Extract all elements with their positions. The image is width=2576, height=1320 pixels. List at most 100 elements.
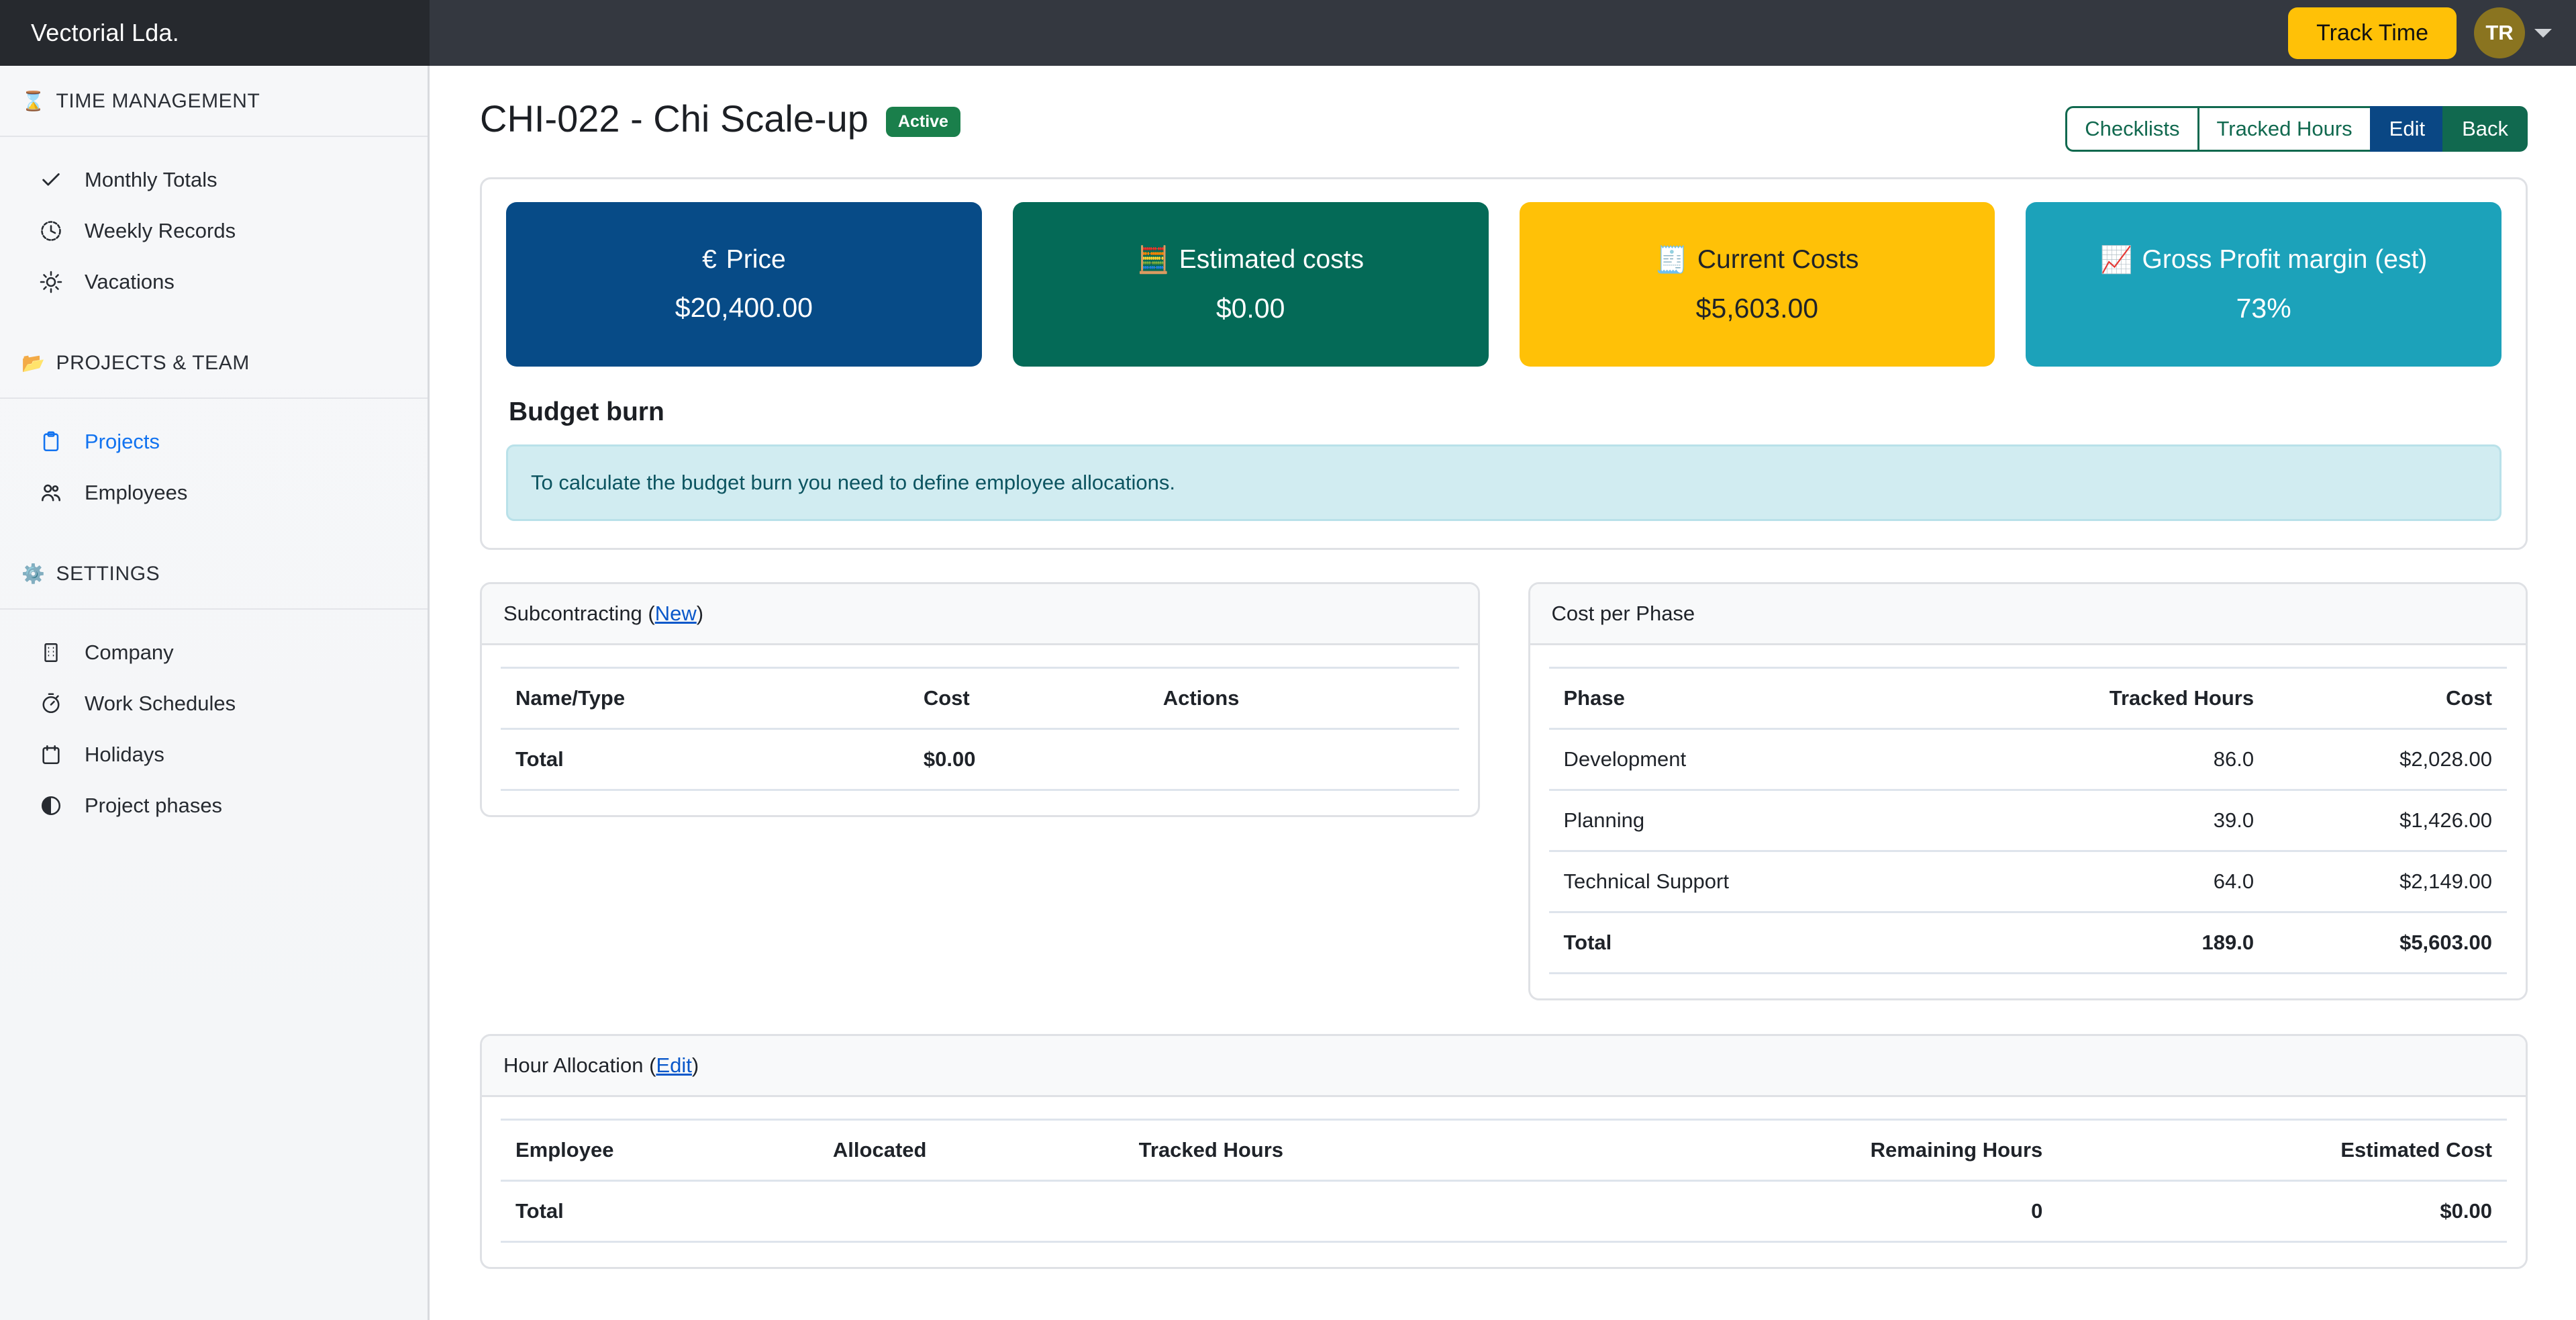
sidebar-item-employees[interactable]: Employees — [0, 467, 428, 518]
track-time-button[interactable]: Track Time — [2288, 7, 2457, 59]
kpi-title: € Price — [702, 245, 786, 275]
page-actions: Checklists Tracked Hours Edit Back — [2065, 106, 2528, 152]
table-header-row: Phase Tracked Hours Cost — [1548, 667, 2507, 730]
cost-per-phase-card-header: Cost per Phase — [1530, 584, 2526, 645]
table-header-row: Name/Type Cost Actions — [501, 667, 1459, 730]
sidebar-section-label: SETTINGS — [56, 563, 160, 585]
brand[interactable]: Vectorial Lda. — [0, 0, 430, 66]
kpi-value: $0.00 — [1216, 293, 1285, 324]
cell-total-allocated — [818, 1180, 1124, 1243]
kpi-title-text: Gross Profit margin (est) — [2142, 245, 2428, 274]
table-row-total: Total 0 $0.00 — [501, 1180, 2507, 1243]
sidebar-group-time-management: Monthly Totals Weekly Records Vacations — [0, 137, 428, 328]
kpi-title-text: Price — [726, 245, 786, 274]
table-body: Development 86.0 $2,028.00 Planning 39.0… — [1548, 728, 2507, 974]
sidebar: ⌛ TIME MANAGEMENT Monthly Totals Weekly … — [0, 66, 430, 1320]
subcontracting-card: Subcontracting (New) Name/Type Cost Acti… — [480, 582, 1480, 817]
sidebar-item-projects[interactable]: Projects — [0, 416, 428, 467]
sidebar-group-projects-team: Projects Employees — [0, 399, 428, 538]
column-header-name-type: Name/Type — [501, 667, 909, 730]
user-menu[interactable]: TR — [2474, 7, 2552, 58]
hour-allocation-card-body: Employee Allocated Tracked Hours Remaini… — [482, 1097, 2526, 1267]
cell-total-tracked-hours — [1124, 1180, 1556, 1243]
subcontracting-title-close: ) — [696, 602, 704, 625]
sidebar-item-label: Weekly Records — [85, 219, 236, 242]
cell-total-cost: $5,603.00 — [2269, 912, 2507, 974]
sidebar-item-label: Company — [85, 641, 174, 664]
cell-total-label: Total — [501, 728, 909, 791]
clipboard-icon — [38, 428, 64, 455]
cell-phase: Development — [1548, 728, 1930, 791]
subcontracting-title: Subcontracting ( — [503, 602, 655, 625]
cost-per-phase-card-body: Phase Tracked Hours Cost Development 86.… — [1530, 645, 2526, 998]
kpi-title: 📈 Gross Profit margin (est) — [2100, 244, 2427, 275]
page-title-text: CHI-022 - Chi Scale-up — [480, 97, 869, 140]
kpi-row: € Price $20,400.00 🧮 Estimated costs $0.… — [506, 202, 2501, 367]
table-row-total: Total $0.00 — [501, 728, 1459, 791]
cell-total-tracked-hours: 189.0 — [1929, 912, 2269, 974]
hour-allocation-title-close: ) — [691, 1053, 699, 1077]
table-row: Development 86.0 $2,028.00 — [1548, 728, 2507, 791]
page-title: CHI-022 - Chi Scale-up Active — [480, 97, 960, 140]
two-column-row: Subcontracting (New) Name/Type Cost Acti… — [480, 582, 2528, 1000]
budget-burn-alert: To calculate the budget burn you need to… — [506, 444, 2501, 521]
column-header-cost: Cost — [908, 667, 1148, 730]
table-head: Employee Allocated Tracked Hours Remaini… — [501, 1119, 2507, 1182]
column-header-phase: Phase — [1548, 667, 1930, 730]
kpi-value: $5,603.00 — [1695, 293, 1819, 324]
sidebar-item-work-schedules[interactable]: Work Schedules — [0, 678, 428, 729]
building-icon — [38, 639, 64, 666]
receipt-icon: 🧾 — [1655, 246, 1688, 275]
tracked-hours-button[interactable]: Tracked Hours — [2197, 106, 2370, 152]
sidebar-item-monthly-totals[interactable]: Monthly Totals — [0, 154, 428, 205]
kpi-title-text: Current Costs — [1697, 245, 1859, 274]
sidebar-item-vacations[interactable]: Vacations — [0, 256, 428, 308]
kpi-title-text: Estimated costs — [1179, 245, 1365, 274]
cell-tracked-hours: 86.0 — [1929, 728, 2269, 791]
table-head: Name/Type Cost Actions — [501, 667, 1459, 730]
hour-allocation-title: Hour Allocation ( — [503, 1053, 656, 1077]
subcontracting-card-body: Name/Type Cost Actions Total $0.00 — [482, 645, 1478, 815]
sidebar-item-company[interactable]: Company — [0, 627, 428, 678]
sidebar-item-label: Projects — [85, 430, 160, 453]
cell-cost: $2,028.00 — [2269, 728, 2507, 791]
half-circle-icon — [38, 792, 64, 819]
sidebar-item-label: Monthly Totals — [85, 168, 217, 191]
kpi-card-gross-profit-margin: 📈 Gross Profit margin (est) 73% — [2026, 202, 2501, 367]
table-header-row: Employee Allocated Tracked Hours Remaini… — [501, 1119, 2507, 1182]
cell-total-label: Total — [501, 1180, 818, 1243]
sidebar-item-project-phases[interactable]: Project phases — [0, 780, 428, 831]
cell-total-estimated-cost: $0.00 — [2057, 1180, 2507, 1243]
table-row-total: Total 189.0 $5,603.00 — [1548, 912, 2507, 974]
sidebar-item-label: Work Schedules — [85, 692, 236, 715]
budget-burn-title: Budget burn — [509, 397, 664, 426]
cell-total-actions — [1148, 728, 1459, 791]
hour-allocation-edit-link[interactable]: Edit — [656, 1053, 691, 1077]
sidebar-section-label: PROJECTS & TEAM — [56, 352, 250, 374]
sun-icon — [38, 269, 64, 295]
column-header-cost: Cost — [2269, 667, 2507, 730]
folder-icon: 📂 — [21, 352, 46, 373]
checklists-button[interactable]: Checklists — [2065, 106, 2197, 152]
edit-button[interactable]: Edit — [2369, 106, 2443, 152]
subcontracting-new-link[interactable]: New — [655, 602, 697, 625]
table-body: Total 0 $0.00 — [501, 1180, 2507, 1243]
hour-allocation-card-header: Hour Allocation (Edit) — [482, 1036, 2526, 1097]
column-header-tracked-hours: Tracked Hours — [1124, 1119, 1556, 1182]
kpi-value: 73% — [2236, 293, 2291, 324]
cell-phase: Planning — [1548, 790, 1930, 852]
cell-cost: $2,149.00 — [2269, 851, 2507, 913]
main-content: CHI-022 - Chi Scale-up Active Checklists… — [432, 66, 2576, 1320]
cost-per-phase-table: Phase Tracked Hours Cost Development 86.… — [1548, 667, 2507, 974]
subcontracting-column: Subcontracting (New) Name/Type Cost Acti… — [480, 582, 1480, 817]
kpi-title: 🧮 Estimated costs — [1137, 244, 1364, 275]
stopwatch-icon — [38, 690, 64, 717]
sidebar-item-weekly-records[interactable]: Weekly Records — [0, 205, 428, 256]
sidebar-item-holidays[interactable]: Holidays — [0, 729, 428, 780]
cost-per-phase-card: Cost per Phase Phase Tracked Hours Cost — [1528, 582, 2528, 1000]
column-header-tracked-hours: Tracked Hours — [1929, 667, 2269, 730]
sidebar-section-settings: ⚙️ SETTINGS — [0, 538, 428, 610]
cell-tracked-hours: 64.0 — [1929, 851, 2269, 913]
back-button[interactable]: Back — [2442, 106, 2528, 152]
page-header: CHI-022 - Chi Scale-up Active Checklists… — [480, 97, 2528, 152]
